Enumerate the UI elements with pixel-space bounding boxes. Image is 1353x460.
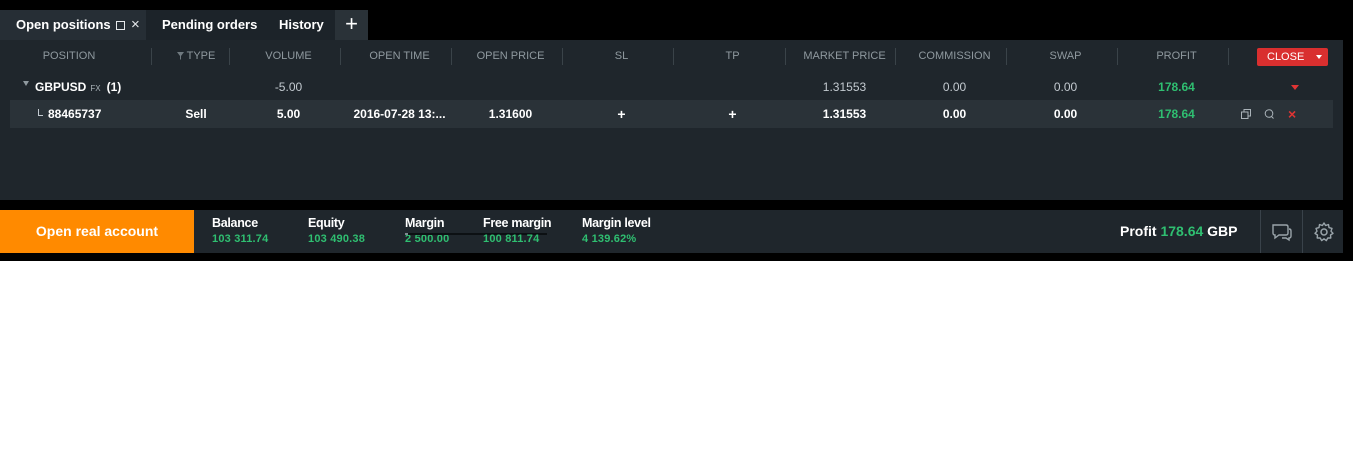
close-all-button[interactable]: CLOSE <box>1257 48 1328 66</box>
free-margin-value: 100 811.74 <box>483 233 540 245</box>
add-tab-button[interactable]: + <box>335 10 368 40</box>
open-real-account-button[interactable]: Open real account <box>0 210 194 253</box>
group-market-price: 1.31553 <box>822 80 867 94</box>
balance-value: 103 311.74 <box>212 233 269 245</box>
gear-icon[interactable] <box>1313 221 1335 243</box>
table-header: POSITION TYPE VOLUME OPEN TIME OPEN PRIC… <box>0 40 1343 73</box>
col-profit[interactable]: PROFIT <box>1121 40 1232 73</box>
add-take-profit-button[interactable]: + <box>677 100 788 128</box>
free-margin-label: Free margin <box>483 216 552 230</box>
position-open-price: 1.31600 <box>488 107 533 121</box>
equity-value: 103 490.38 <box>308 233 366 245</box>
margin-label: Margin <box>405 216 445 230</box>
col-open-time[interactable]: OPEN TIME <box>344 40 455 73</box>
position-swap: 0.00 <box>1053 107 1078 121</box>
profit-summary-label: Profit <box>1120 223 1157 239</box>
child-branch-icon <box>38 109 43 116</box>
column-separator <box>340 48 341 65</box>
balance-label: Balance <box>212 216 258 230</box>
col-market-price[interactable]: MARKET PRICE <box>789 40 900 73</box>
col-open-price[interactable]: OPEN PRICE <box>455 40 566 73</box>
margin-level-value: 4 139.62% <box>582 233 637 245</box>
chat-icon[interactable] <box>1270 221 1292 243</box>
column-separator <box>1117 48 1118 65</box>
col-type-label: TYPE <box>186 50 216 62</box>
collapse-triangle-icon[interactable] <box>23 81 29 86</box>
detach-window-icon[interactable] <box>116 21 125 30</box>
plus-icon: + <box>345 11 358 36</box>
column-separator <box>1006 48 1007 65</box>
group-symbol-cell: GBPUSD FX (1) <box>35 73 121 101</box>
col-sl[interactable]: SL <box>566 40 677 73</box>
duplicate-icon[interactable] <box>1241 100 1251 128</box>
margin-level-label: Margin level <box>582 216 651 230</box>
position-commission: 0.00 <box>942 107 967 121</box>
column-separator <box>895 48 896 65</box>
margin-stat: Margin 2 500.00 <box>405 216 449 245</box>
balance-stat: Balance 103 311.74 <box>212 216 268 245</box>
tab-pending-orders[interactable]: Pending orders <box>146 10 263 40</box>
col-tp[interactable]: TP <box>677 40 788 73</box>
trading-terminal: Open positions × Pending orders History … <box>0 0 1353 261</box>
group-symbol: GBPUSD <box>35 80 87 94</box>
col-commission[interactable]: COMMISSION <box>899 40 1010 73</box>
toolbar-separator <box>1260 210 1261 253</box>
profit-summary-value: 178.64 <box>1160 223 1204 239</box>
close-position-icon[interactable]: × <box>1288 100 1296 128</box>
column-separator <box>673 48 674 65</box>
column-separator <box>785 48 786 65</box>
margin-usage-fill <box>405 233 409 235</box>
tab-open-positions[interactable]: Open positions × <box>0 10 146 40</box>
position-open-time: 2016-07-28 13:... <box>353 107 446 121</box>
col-volume[interactable]: VOLUME <box>233 40 344 73</box>
position-volume: 5.00 <box>276 107 301 121</box>
table-row[interactable]: 88465737 Sell 5.00 2016-07-28 13:... 1.3… <box>10 100 1333 128</box>
close-button-label: CLOSE <box>1267 51 1305 63</box>
tab-history[interactable]: History <box>263 10 335 40</box>
group-swap: 0.00 <box>1053 80 1078 94</box>
col-position[interactable]: POSITION <box>10 40 128 73</box>
group-row-gbpusd[interactable]: GBPUSD FX (1) -5.00 1.31553 0.00 0.00 178.… <box>0 73 1343 101</box>
group-profit: 178.64 <box>1158 80 1195 94</box>
column-separator <box>151 48 152 65</box>
fx-badge: FX <box>90 84 101 93</box>
group-actions-chevron-icon[interactable] <box>1291 85 1299 90</box>
tab-label: Pending orders <box>162 17 258 32</box>
group-volume: -5.00 <box>274 80 303 94</box>
column-separator <box>451 48 452 65</box>
free-margin-stat: Free margin 100 811.74 <box>483 216 552 245</box>
margin-level-stat: Margin level 4 139.62% <box>582 216 651 245</box>
column-separator <box>229 48 230 65</box>
position-id: 88465737 <box>48 107 102 121</box>
comment-icon[interactable] <box>1264 100 1274 128</box>
tab-label: Open positions <box>16 17 111 32</box>
column-separator <box>562 48 563 65</box>
tab-label: History <box>279 17 324 32</box>
position-market-price: 1.31553 <box>822 107 867 121</box>
filter-icon <box>176 52 184 60</box>
profit-summary-currency: GBP <box>1207 223 1238 239</box>
profit-summary: Profit 178.64 GBP <box>1120 210 1238 253</box>
group-commission: 0.00 <box>942 80 967 94</box>
tab-bar: Open positions × Pending orders History … <box>0 10 1353 40</box>
positions-panel: POSITION TYPE VOLUME OPEN TIME OPEN PRIC… <box>0 40 1343 200</box>
col-swap[interactable]: SWAP <box>1010 40 1121 73</box>
column-separator <box>1228 48 1229 65</box>
col-type[interactable]: TYPE <box>166 40 226 73</box>
equity-stat: Equity 103 490.38 <box>308 216 365 245</box>
position-profit: 178.64 <box>1158 107 1195 121</box>
add-stop-loss-button[interactable]: + <box>566 100 677 128</box>
group-count: (1) <box>106 80 122 94</box>
account-status-bar: Open real account Balance 103 311.74 Equ… <box>0 210 1343 253</box>
position-type: Sell <box>185 107 207 121</box>
toolbar-separator <box>1302 210 1303 253</box>
close-tab-icon[interactable]: × <box>131 10 140 40</box>
chevron-down-icon <box>1316 55 1322 59</box>
equity-label: Equity <box>308 216 345 230</box>
